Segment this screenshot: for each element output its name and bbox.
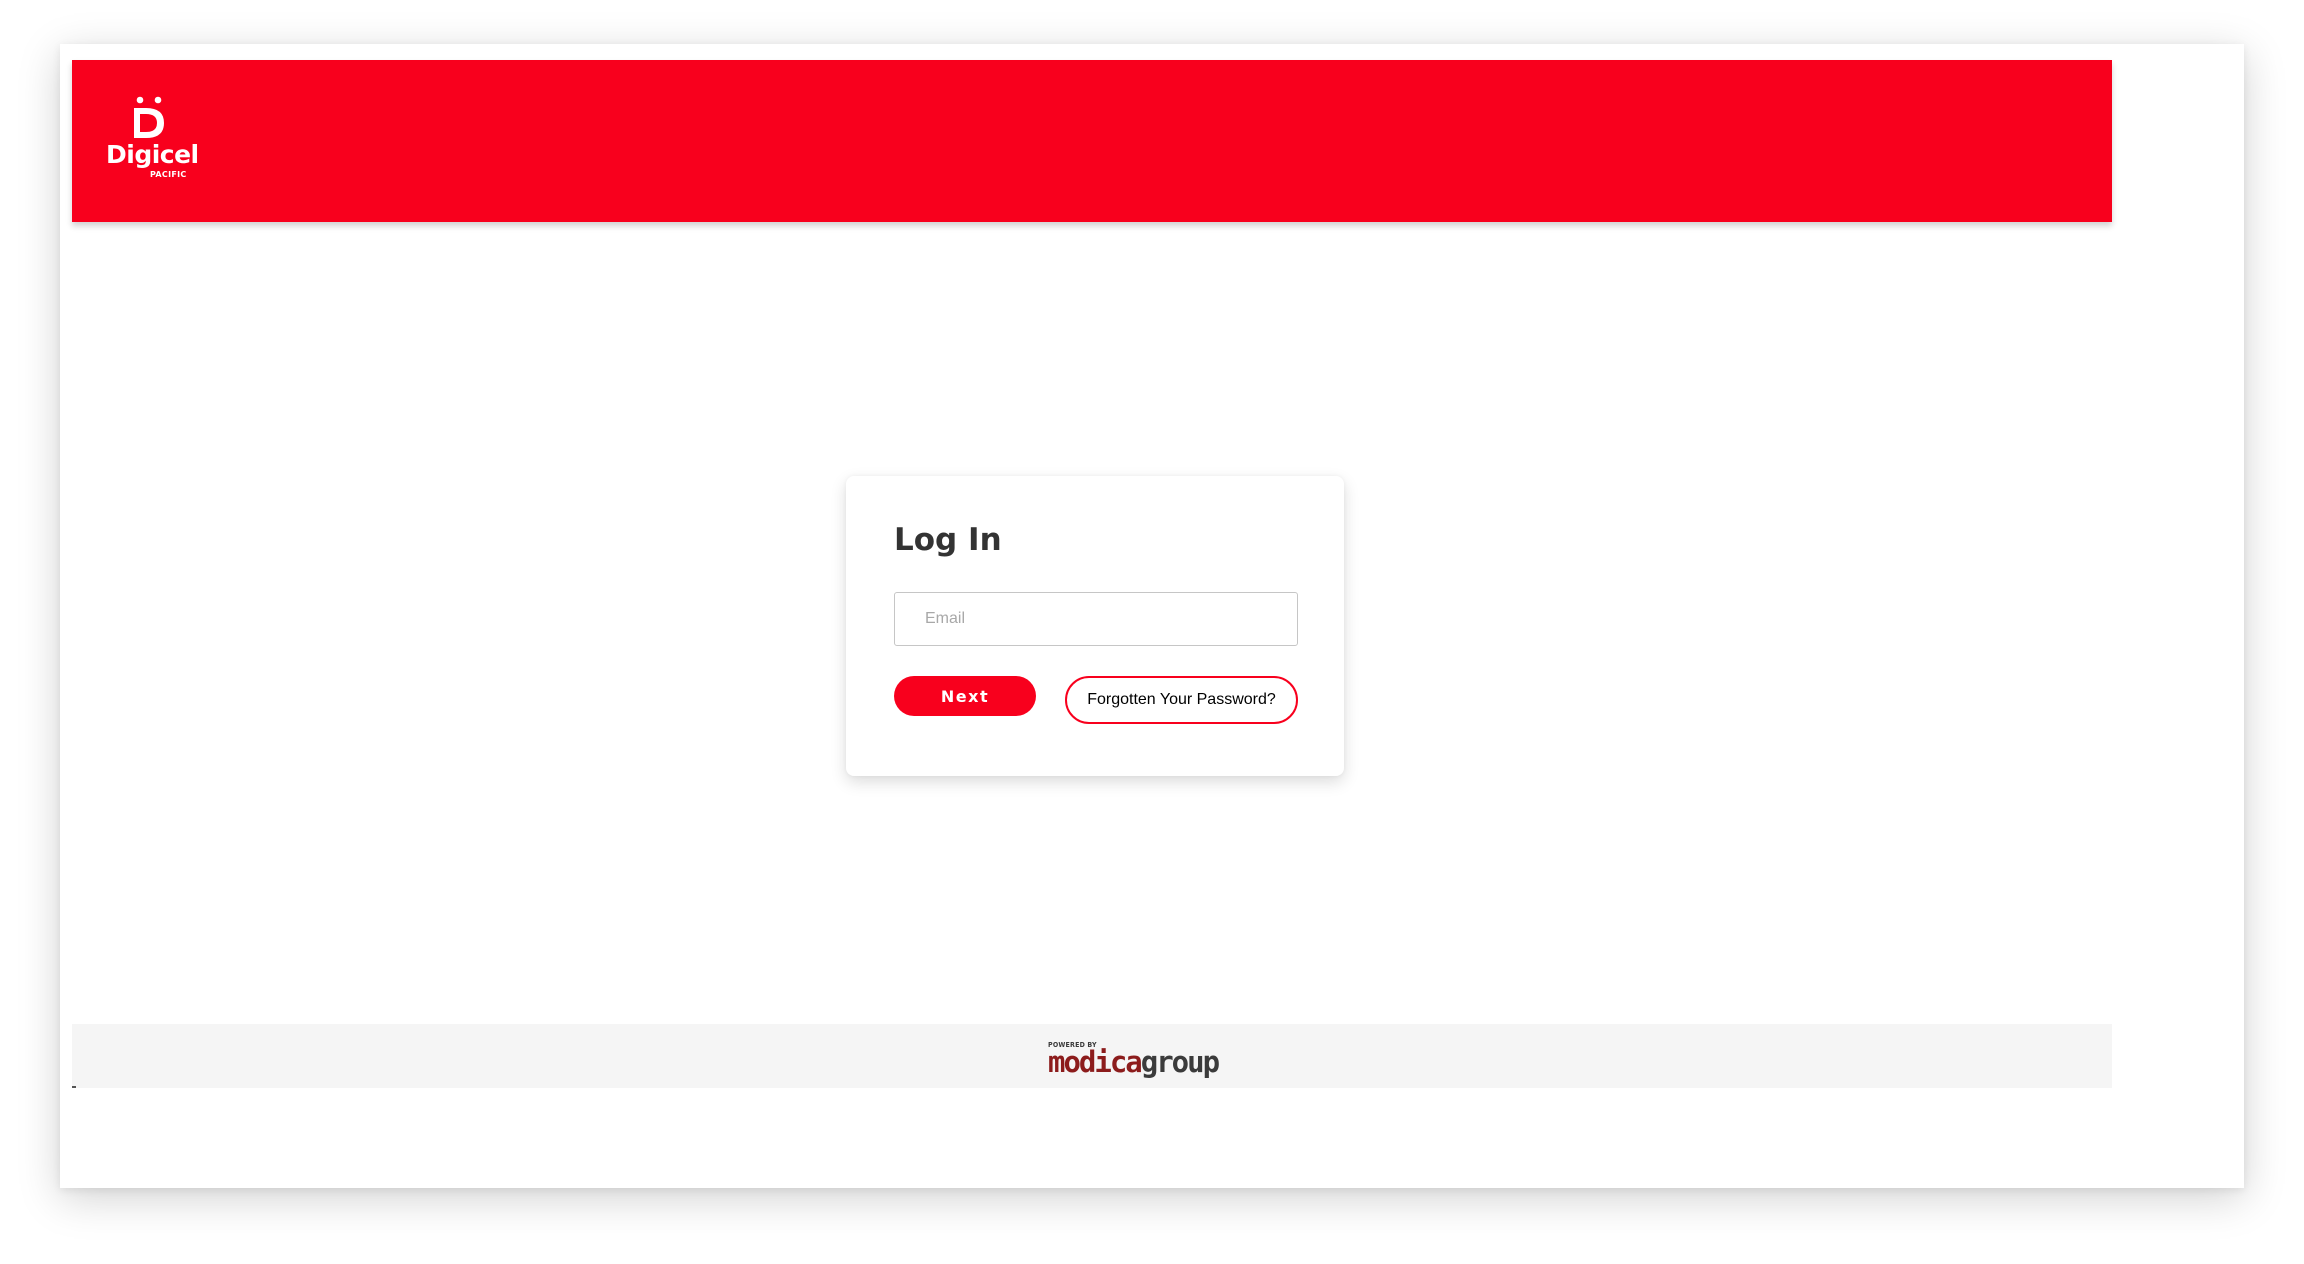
- digicel-smile-icon: [134, 96, 164, 138]
- login-card: Log In Next Forgotten Your Password?: [846, 476, 1344, 776]
- modica-group-wordmark: modicagroup: [1048, 1045, 1220, 1079]
- top-header-bar: Digicel PACIFIC: [72, 60, 2112, 222]
- brand-modica-text: modica: [1048, 1045, 1143, 1079]
- login-title: Log In: [894, 522, 1002, 558]
- logo-region-subtitle: PACIFIC: [150, 170, 187, 179]
- next-button[interactable]: Next: [894, 676, 1036, 716]
- email-input[interactable]: [894, 592, 1298, 646]
- footer-bar: POWERED BY modicagroup: [72, 1024, 2112, 1088]
- logo-brand-name: Digicel: [106, 140, 199, 169]
- modica-group-logo: POWERED BY modicagroup: [1048, 1042, 1238, 1082]
- forgot-password-button[interactable]: Forgotten Your Password?: [1065, 676, 1298, 724]
- brand-group-text: group: [1140, 1045, 1220, 1079]
- digicel-logo[interactable]: Digicel PACIFIC: [106, 96, 199, 186]
- footer-edge-mark: [72, 1086, 76, 1088]
